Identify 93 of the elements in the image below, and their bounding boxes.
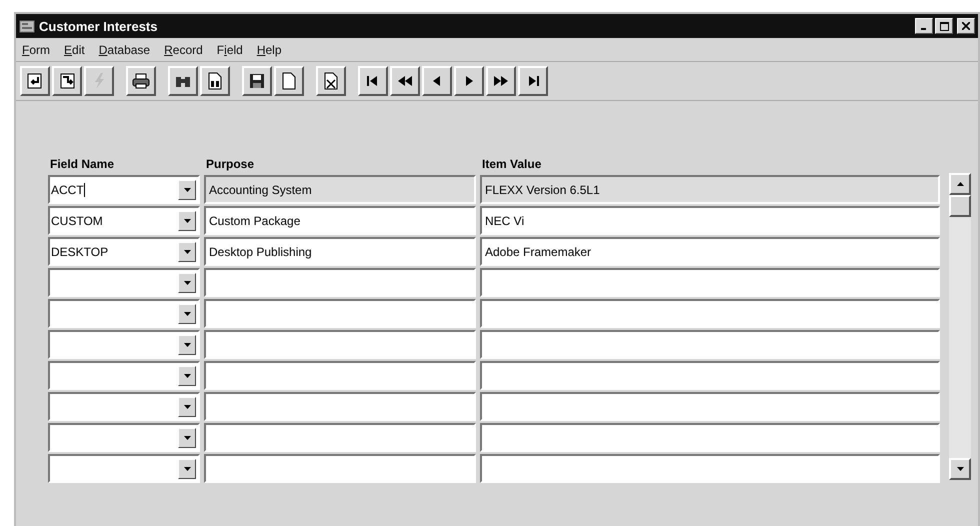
purpose-field[interactable]: Custom Package xyxy=(204,206,476,235)
app-icon xyxy=(19,18,35,34)
item-value-field[interactable] xyxy=(480,361,940,390)
caret-down-icon xyxy=(184,312,190,316)
column-header: Item Value xyxy=(482,157,542,171)
field-name-dropdown[interactable] xyxy=(48,330,200,359)
item-value-field[interactable] xyxy=(480,423,940,452)
window-title: Customer Interests xyxy=(39,18,158,34)
dropdown-button[interactable] xyxy=(178,272,196,292)
item-value-field[interactable]: FLEXX Version 6.5L1 xyxy=(480,175,940,204)
caret-down-icon xyxy=(184,342,190,346)
close-button[interactable] xyxy=(957,18,975,34)
execute-query-button[interactable] xyxy=(52,66,82,96)
dropdown-button[interactable] xyxy=(178,396,196,416)
print-icon xyxy=(132,72,150,90)
dropdown-button[interactable] xyxy=(178,334,196,354)
next-button[interactable] xyxy=(454,66,484,96)
print-button[interactable] xyxy=(126,66,156,96)
field-name-dropdown[interactable]: ACCT xyxy=(48,175,200,204)
field-name-dropdown[interactable] xyxy=(48,299,200,328)
caret-down-icon xyxy=(184,404,190,408)
menu-item[interactable]: Field xyxy=(216,43,243,57)
purpose-field[interactable] xyxy=(204,299,476,328)
clear-icon xyxy=(322,72,340,90)
dropdown-button[interactable] xyxy=(178,366,196,386)
purpose-field[interactable] xyxy=(204,392,476,421)
item-value-field[interactable] xyxy=(480,454,940,483)
dropdown-button[interactable] xyxy=(178,428,196,448)
save-icon xyxy=(248,72,266,90)
field-name-value: DESKTOP xyxy=(50,244,110,258)
item-value-field[interactable]: Adobe Framemaker xyxy=(480,237,940,266)
caret-down-icon xyxy=(184,466,190,470)
caret-down-icon xyxy=(184,250,190,254)
caret-down-icon xyxy=(184,280,190,284)
close-icon xyxy=(962,22,970,30)
up-arrow-icon xyxy=(956,182,964,186)
binoculars-button[interactable] xyxy=(168,66,198,96)
new-page-button[interactable] xyxy=(274,66,304,96)
menu-item[interactable]: Database xyxy=(98,43,150,57)
field-name-dropdown[interactable]: CUSTOM xyxy=(48,206,200,235)
down-arrow-icon xyxy=(956,467,964,471)
menu-item[interactable]: Edit xyxy=(64,43,85,57)
menu-item[interactable]: Help xyxy=(256,43,282,57)
save-button[interactable] xyxy=(242,66,272,96)
maximize-icon xyxy=(940,22,948,30)
maximize-button[interactable] xyxy=(935,18,953,34)
scroll-up-button[interactable] xyxy=(949,173,971,195)
column-header: Field Name xyxy=(49,157,116,171)
scroll-thumb[interactable] xyxy=(949,195,971,217)
purpose-field[interactable] xyxy=(204,330,476,359)
purpose-field[interactable] xyxy=(204,454,476,483)
item-value-field[interactable]: NEC Vi xyxy=(480,206,940,235)
prev-set-button[interactable] xyxy=(390,66,420,96)
menu-item[interactable]: Record xyxy=(164,43,203,57)
field-name-dropdown[interactable] xyxy=(48,361,200,390)
caret-down-icon xyxy=(184,436,190,440)
purpose-field[interactable] xyxy=(204,268,476,297)
purpose-field[interactable]: Accounting System xyxy=(204,175,476,204)
field-name-dropdown[interactable] xyxy=(48,454,200,483)
field-name-dropdown[interactable] xyxy=(48,392,200,421)
dropdown-button[interactable] xyxy=(178,458,196,478)
item-value-field[interactable] xyxy=(480,392,940,421)
purpose-field[interactable]: Desktop Publishing xyxy=(204,237,476,266)
menu-item[interactable]: Form xyxy=(22,43,50,57)
last-button[interactable] xyxy=(518,66,548,96)
clear-button[interactable] xyxy=(316,66,346,96)
caret-down-icon xyxy=(184,218,190,222)
first-button[interactable] xyxy=(358,66,388,96)
new-page-icon xyxy=(280,72,298,90)
prev-button[interactable] xyxy=(422,66,452,96)
dropdown-button[interactable] xyxy=(178,304,196,324)
caret-down-icon xyxy=(184,188,190,192)
dropdown-button[interactable] xyxy=(178,242,196,262)
purpose-field[interactable] xyxy=(204,361,476,390)
find-record-button[interactable] xyxy=(200,66,230,96)
dropdown-button[interactable] xyxy=(178,210,196,230)
scroll-down-button[interactable] xyxy=(949,458,971,480)
vertical-scrollbar[interactable] xyxy=(949,173,971,480)
item-value-field[interactable] xyxy=(480,299,940,328)
item-value-field[interactable] xyxy=(480,268,940,297)
item-value-field[interactable] xyxy=(480,330,940,359)
field-name-dropdown[interactable] xyxy=(48,423,200,452)
minimize-button[interactable] xyxy=(915,18,933,34)
purpose-field[interactable] xyxy=(204,423,476,452)
field-name-dropdown[interactable] xyxy=(48,268,200,297)
field-name-value: ACCT xyxy=(50,182,86,196)
column-header: Purpose xyxy=(206,157,256,171)
enter-query-button[interactable] xyxy=(20,66,50,96)
dropdown-button[interactable] xyxy=(178,180,196,200)
next-set-button[interactable] xyxy=(486,66,516,96)
field-name-value: CUSTOM xyxy=(50,214,104,228)
caret-down-icon xyxy=(184,374,190,378)
field-name-dropdown[interactable]: DESKTOP xyxy=(48,237,200,266)
